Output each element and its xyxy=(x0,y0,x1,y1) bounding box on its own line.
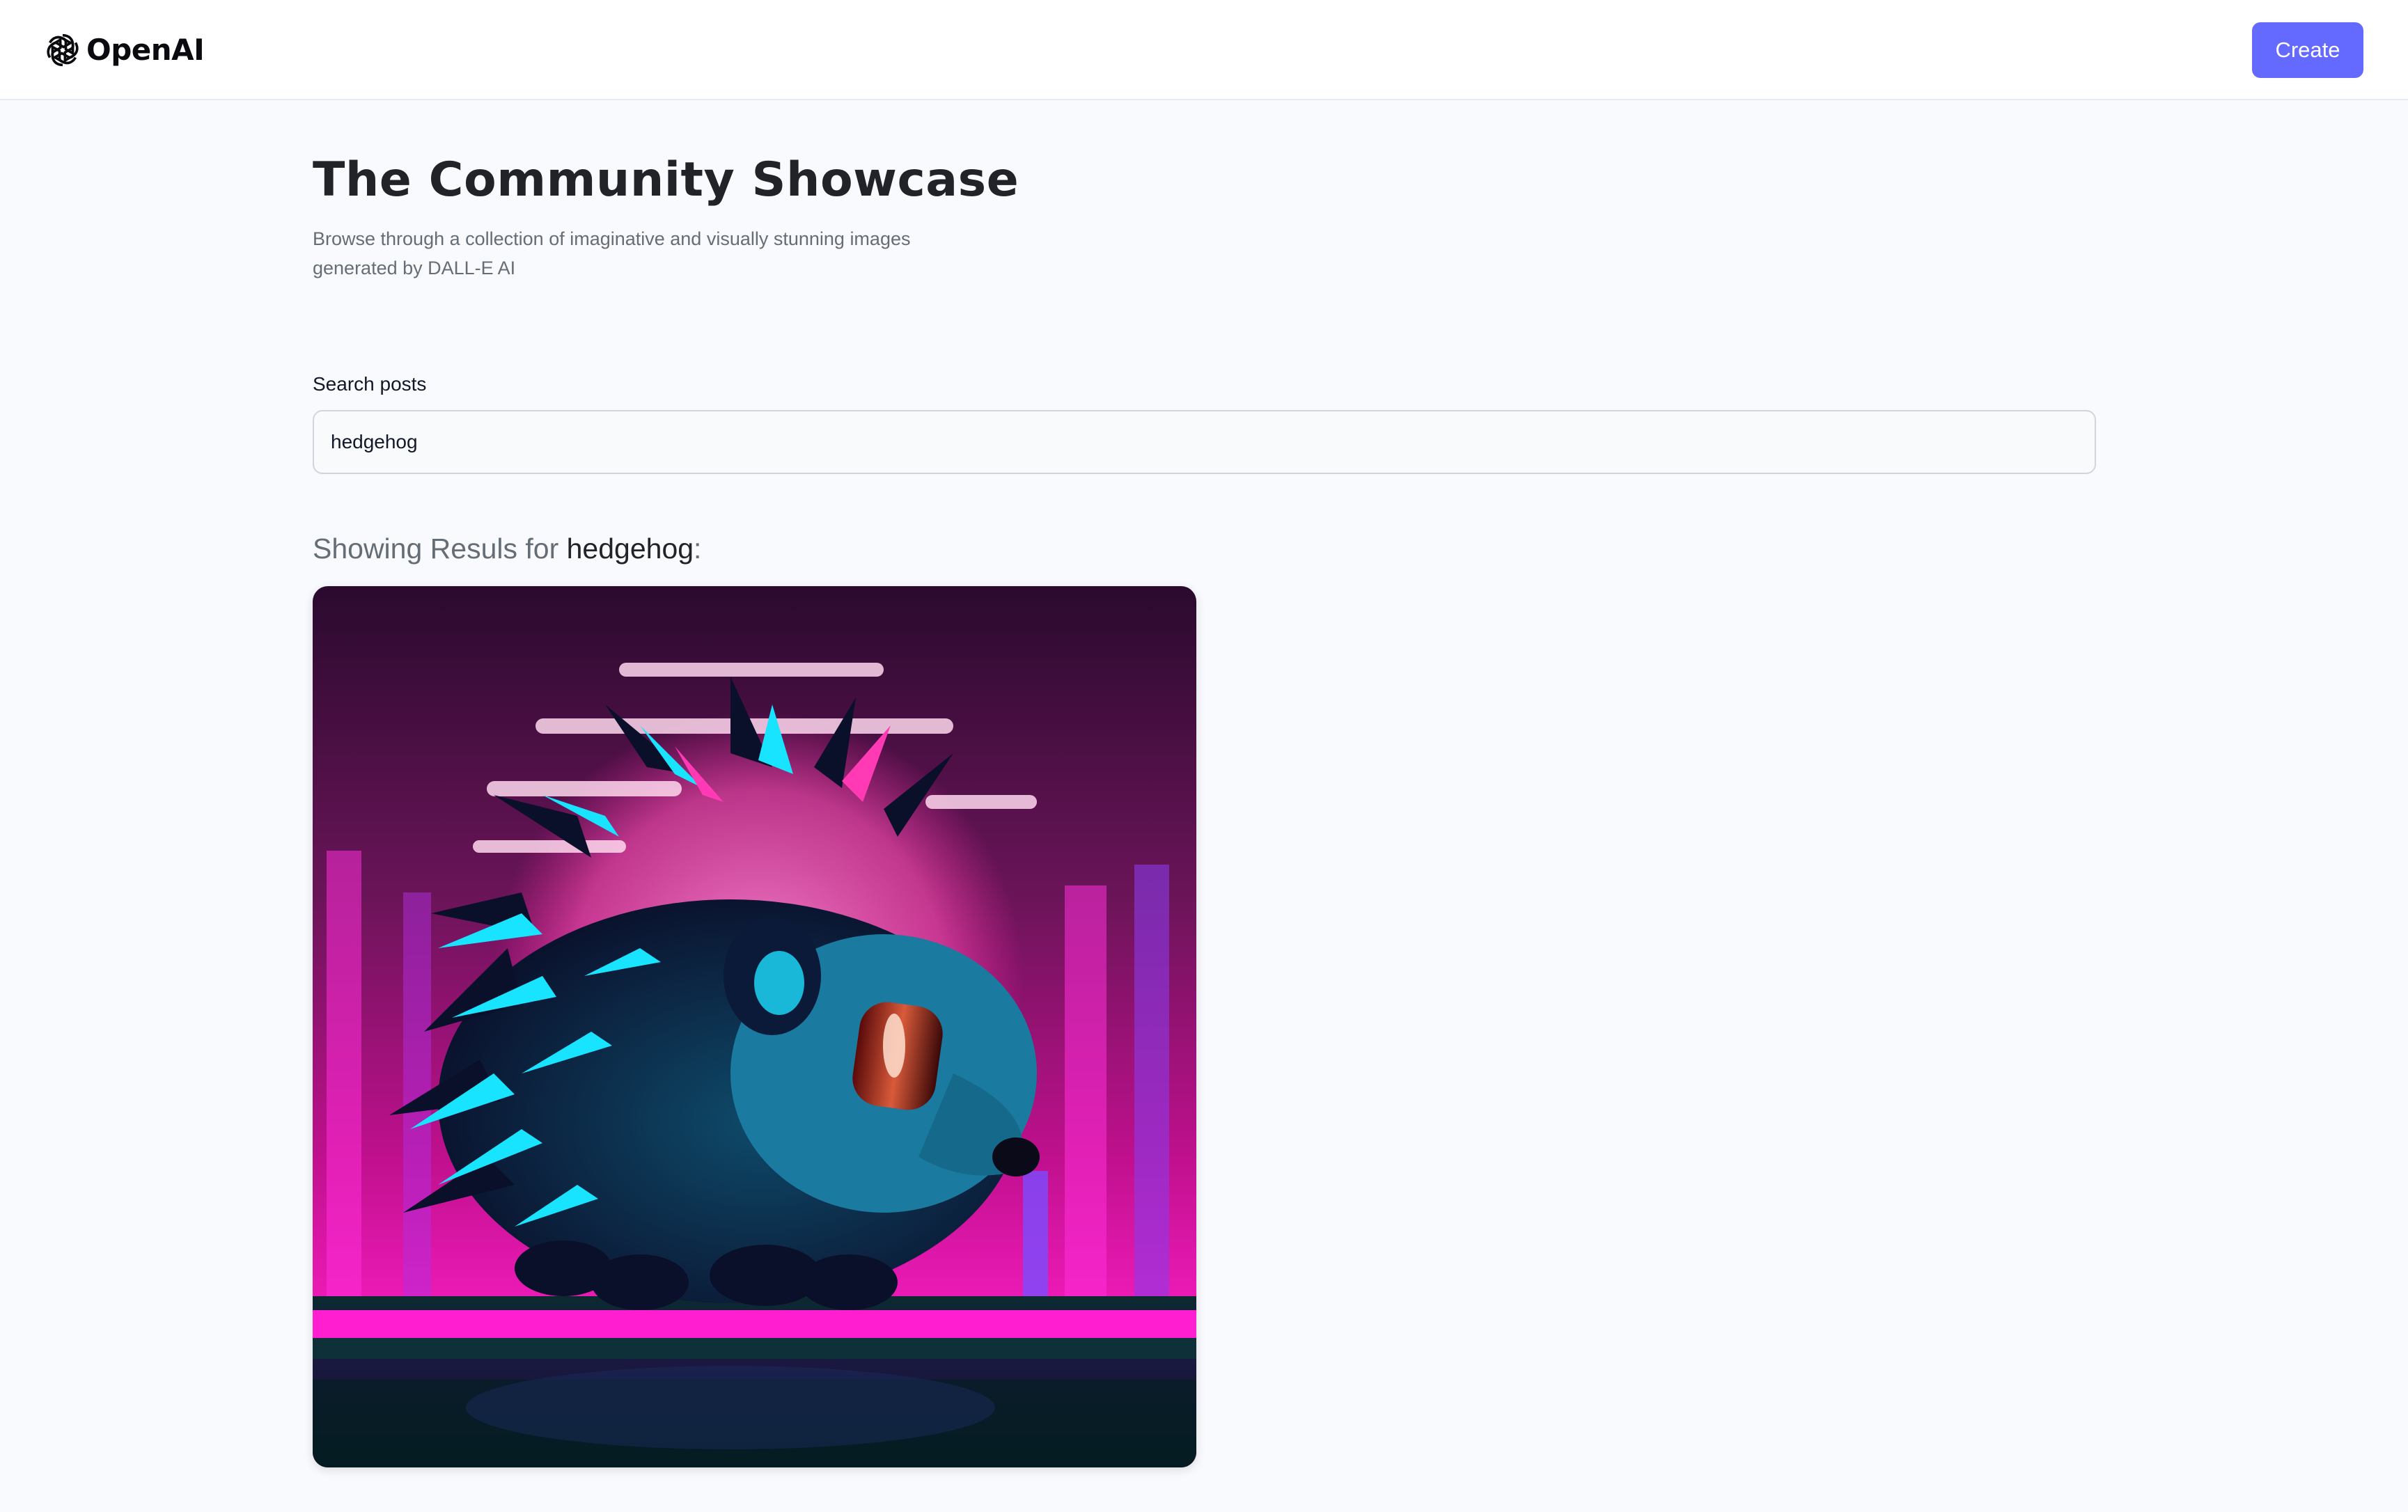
results-heading: Showing Resuls for hedgehog: xyxy=(313,530,701,567)
create-button[interactable]: Create xyxy=(2252,22,2363,78)
results-prefix: Showing Resuls for xyxy=(313,533,567,565)
search-input[interactable] xyxy=(313,410,2096,474)
top-header: OpenAI Create xyxy=(0,0,2408,100)
results-suffix: : xyxy=(694,533,702,565)
image-card[interactable] xyxy=(313,586,1196,1467)
synthwave-hedgehog-image xyxy=(313,586,1196,1467)
results-query: hedgehog xyxy=(566,533,694,565)
logo-text: OpenAI xyxy=(86,33,205,67)
openai-logo[interactable]: OpenAI xyxy=(43,29,205,71)
search-label: Search posts xyxy=(313,373,427,395)
page-title: The Community Showcase xyxy=(313,152,1019,207)
page-subtitle: Browse through a collection of imaginati… xyxy=(313,228,911,278)
openai-logo-icon xyxy=(43,32,82,68)
